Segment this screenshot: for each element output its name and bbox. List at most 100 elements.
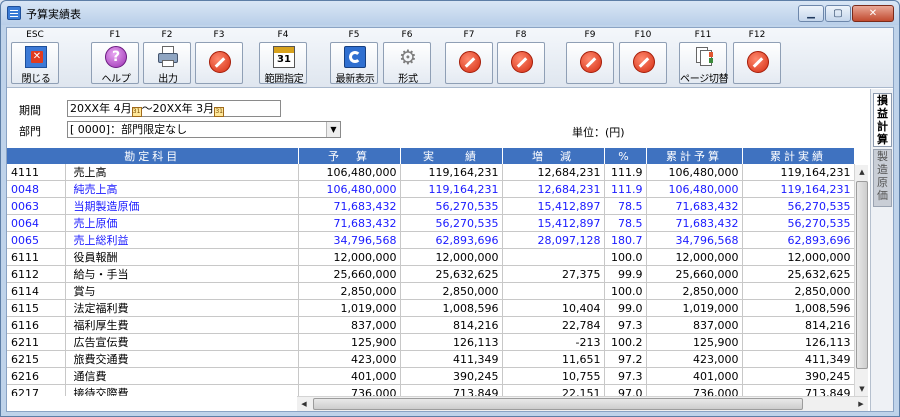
table-row[interactable]: 6116 福利厚生費 837,000 814,216 22,784 97.3 837,000… xyxy=(7,316,855,334)
app-icon xyxy=(7,6,21,20)
table-row[interactable]: 6211 広告宣伝費 125,900 126,113 -213 100.2 125,900 1… xyxy=(7,333,855,351)
fkey-label: F8 xyxy=(515,30,527,40)
title-bar[interactable]: 予算実績表 ▁ ▢ ✕ xyxy=(1,1,899,25)
table-row[interactable]: 6115 法定福利費 1,019,000 1,008,596 10,404 99.0 1,0… xyxy=(7,299,855,317)
actual-cell: 1,008,596 xyxy=(400,299,503,317)
col-diff[interactable]: 増 減 xyxy=(502,148,605,164)
fkey-f6: F6 ⚙ 形式 xyxy=(383,30,431,86)
close-report-button[interactable]: ✕ 閉じる xyxy=(11,42,59,85)
dept-label: 部門 xyxy=(19,125,41,138)
account-code: 6115 xyxy=(7,299,66,317)
fkey-label: F3 xyxy=(213,30,225,40)
refresh-button[interactable]: 最新表示 xyxy=(330,42,378,85)
dept-value: [ 0000]：部門限定なし xyxy=(70,123,188,136)
account-name: 売上高 xyxy=(65,164,299,181)
chevron-down-icon[interactable]: ▼ xyxy=(326,122,340,137)
table-row[interactable]: 0048 純売上高 106,480,000 119,164,231 12,684,231… xyxy=(7,180,855,198)
cum-budget-cell: 25,660,000 xyxy=(646,265,743,283)
diff-cell: 22,784 xyxy=(502,316,605,334)
col-budget[interactable]: 予 算 xyxy=(298,148,401,164)
page-switch-button[interactable]: ページ切替 xyxy=(679,42,729,85)
tab-manufacturing-cost[interactable]: 製造原価 xyxy=(873,149,892,207)
budget-cell: 401,000 xyxy=(298,367,401,385)
table-row[interactable]: 0064 売上原価 71,683,432 56,270,535 15,412,897 78… xyxy=(7,214,855,232)
period-field[interactable]: 20XX年 4月31～20XX年 3月31 xyxy=(67,100,281,117)
maximize-button[interactable]: ▢ xyxy=(825,5,851,22)
table-row[interactable]: 0065 売上総利益 34,796,568 62,893,696 28,097,128 1… xyxy=(7,231,855,249)
f9-button[interactable] xyxy=(566,42,614,84)
table-row[interactable]: 6112 給与・手当 25,660,000 25,632,625 27,375 99.9 2… xyxy=(7,265,855,283)
f10-button[interactable] xyxy=(619,42,667,84)
fkey-f2: F2 出力 xyxy=(143,30,191,86)
filter-panel: 期間 20XX年 4月31～20XX年 3月31 部門 [ 0000]：部門限定… xyxy=(7,89,868,147)
diff-cell: 15,412,897 xyxy=(502,197,605,215)
dept-select[interactable]: [ 0000]：部門限定なし ▼ xyxy=(67,121,341,138)
col-actual[interactable]: 実 績 xyxy=(400,148,503,164)
window-content: ESC ✕ 閉じる F1 ? ヘルプ F2 出力 F3 F4 31 範囲指定 F… xyxy=(6,27,894,412)
col-account[interactable]: 勘定科目 xyxy=(7,148,299,164)
f3-button[interactable] xyxy=(195,42,243,84)
horizontal-scrollbar[interactable]: ◀ ▶ xyxy=(297,396,868,411)
cum-actual-cell: 713,849 xyxy=(742,384,855,396)
table-row[interactable]: 6114 賞与 2,850,000 2,850,000 100.0 2,850,000 2,… xyxy=(7,282,855,300)
output-button[interactable]: 出力 xyxy=(143,42,191,85)
scroll-left-icon[interactable]: ◀ xyxy=(297,397,311,411)
page-switch-icon xyxy=(693,46,715,68)
table-row[interactable]: 4111 売上高 106,480,000 119,164,231 12,684,231 1… xyxy=(7,164,855,181)
scroll-down-icon[interactable]: ▼ xyxy=(855,382,869,396)
scroll-thumb[interactable] xyxy=(313,398,803,410)
account-code: 6217 xyxy=(7,384,66,396)
col-pct[interactable]: % xyxy=(604,148,647,164)
help-button[interactable]: ? ヘルプ xyxy=(91,42,139,85)
fkey-f12: F12 xyxy=(733,30,781,86)
budget-cell: 2,850,000 xyxy=(298,282,401,300)
scroll-right-icon[interactable]: ▶ xyxy=(854,397,868,411)
actual-cell: 126,113 xyxy=(400,333,503,351)
f8-button[interactable] xyxy=(497,42,545,84)
cum-budget-cell: 34,796,568 xyxy=(646,231,743,249)
calendar-icon[interactable]: 31 xyxy=(131,107,142,117)
col-cum-actual[interactable]: 累計実績 xyxy=(742,148,855,164)
table-row[interactable]: 6216 通信費 401,000 390,245 10,755 97.3 401,000 39… xyxy=(7,367,855,385)
account-code: 6114 xyxy=(7,282,66,300)
cum-actual-cell: 56,270,535 xyxy=(742,197,855,215)
budget-cell: 71,683,432 xyxy=(298,214,401,232)
f7-button[interactable] xyxy=(445,42,493,84)
cum-actual-cell: 814,216 xyxy=(742,316,855,334)
fkey-f8: F8 xyxy=(497,30,545,86)
range-button[interactable]: 31 範囲指定 xyxy=(259,42,307,85)
pct-cell: 97.2 xyxy=(604,350,647,368)
table-row[interactable]: 0063 当期製造原価 71,683,432 56,270,535 15,412,897… xyxy=(7,197,855,215)
budget-cell: 1,019,000 xyxy=(298,299,401,317)
table-header: 勘定科目 予 算 実 績 増 減 % 累計予算 累計実績 xyxy=(7,148,855,164)
minimize-button[interactable]: ▁ xyxy=(798,5,824,22)
actual-cell: 56,270,535 xyxy=(400,197,503,215)
scroll-up-icon[interactable]: ▲ xyxy=(855,165,869,179)
fkey-f11: F11 ページ切替 xyxy=(679,30,729,86)
tab-profit-loss[interactable]: 損益計算 xyxy=(873,93,892,147)
account-name: 売上総利益 xyxy=(65,231,299,249)
calendar-icon[interactable]: 31 xyxy=(214,107,225,117)
cum-actual-cell: 62,893,696 xyxy=(742,231,855,249)
format-button[interactable]: ⚙ 形式 xyxy=(383,42,431,85)
period-label: 期間 xyxy=(19,104,41,117)
table-row[interactable]: 6215 旅費交通費 423,000 411,349 11,651 97.2 423,000… xyxy=(7,350,855,368)
table-row[interactable]: 6217 接待交際費 736,000 713,849 22,151 97.0 736,000… xyxy=(7,384,855,396)
cum-actual-cell: 126,113 xyxy=(742,333,855,351)
actual-cell: 119,164,231 xyxy=(400,164,503,181)
account-name: 純売上高 xyxy=(65,180,299,198)
scroll-thumb[interactable] xyxy=(856,181,868,369)
account-code: 6112 xyxy=(7,265,66,283)
diff-cell xyxy=(502,248,605,266)
fkey-text: ページ切替 xyxy=(680,74,729,85)
col-cum-budget[interactable]: 累計予算 xyxy=(646,148,743,164)
table-row[interactable]: 6111 役員報酬 12,000,000 12,000,000 100.0 12,000,… xyxy=(7,248,855,266)
f12-button[interactable] xyxy=(733,42,781,84)
diff-cell: 11,651 xyxy=(502,350,605,368)
pct-cell: 100.0 xyxy=(604,248,647,266)
close-button[interactable]: ✕ xyxy=(852,5,894,22)
account-code: 6111 xyxy=(7,248,66,266)
account-name: 旅費交通費 xyxy=(65,350,299,368)
pct-cell: 99.0 xyxy=(604,299,647,317)
vertical-scrollbar[interactable]: ▲ ▼ xyxy=(854,165,868,396)
